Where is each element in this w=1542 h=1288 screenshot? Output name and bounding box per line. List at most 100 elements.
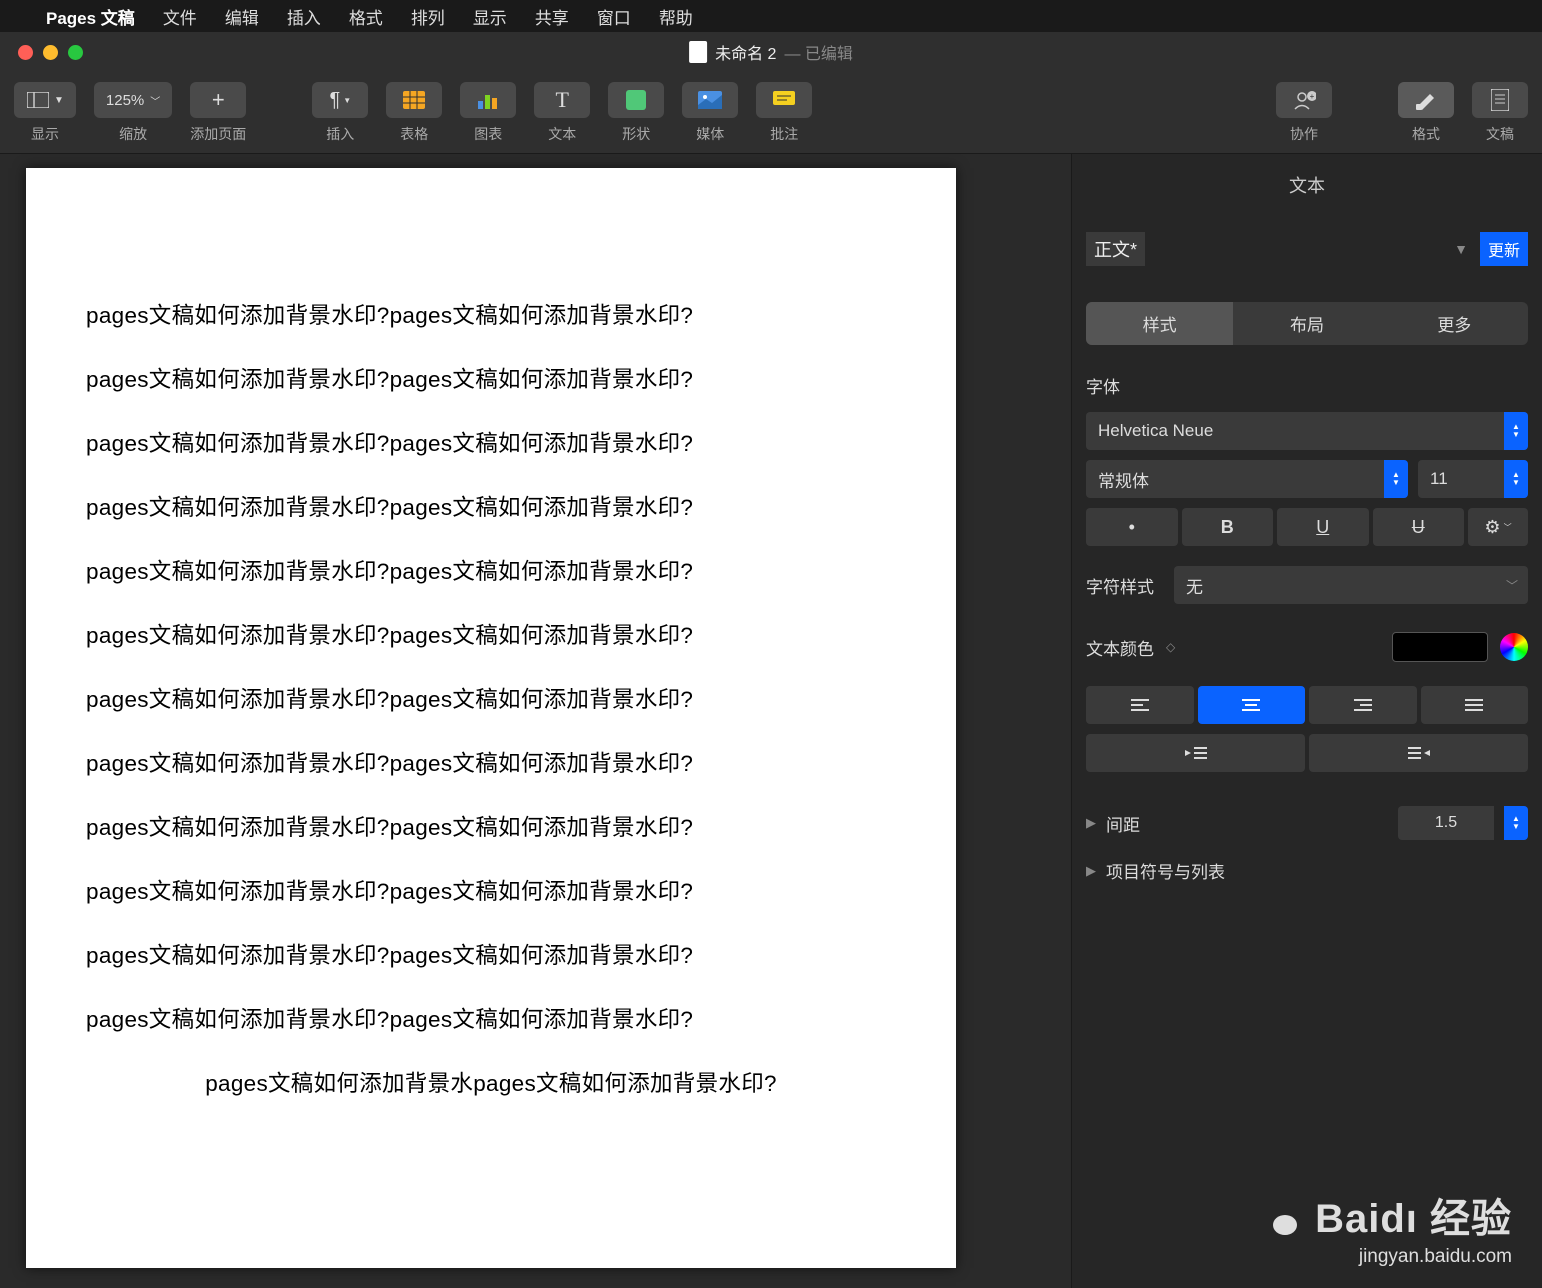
- bold-button[interactable]: B: [1182, 508, 1274, 546]
- text-line[interactable]: pages文稿如何添加背景水印?pages文稿如何添加背景水印?: [86, 618, 896, 650]
- text-line[interactable]: pages文稿如何添加背景水pages文稿如何添加背景水印?: [86, 1066, 896, 1098]
- menu-share[interactable]: 共享: [535, 4, 569, 29]
- indent-row: [1072, 734, 1542, 772]
- chevron-down-icon: ▼: [54, 95, 64, 106]
- font-options-button[interactable]: ⚙﹀: [1468, 508, 1528, 546]
- spacing-stepper[interactable]: ▲▼: [1504, 806, 1528, 840]
- menubar: Pages 文稿 文件 编辑 插入 格式 排列 显示 共享 窗口 帮助: [0, 0, 1542, 32]
- align-right-button[interactable]: [1309, 686, 1417, 724]
- disclosure-triangle-icon[interactable]: ▶: [1086, 863, 1096, 879]
- menu-arrange[interactable]: 排列: [411, 4, 445, 29]
- update-style-button[interactable]: 更新: [1480, 232, 1528, 266]
- stepper-icon[interactable]: ◇: [1166, 640, 1175, 654]
- shape-button[interactable]: [608, 82, 664, 118]
- tab-layout[interactable]: 布局: [1233, 302, 1380, 345]
- text-color-well[interactable]: [1392, 632, 1488, 662]
- bold-button[interactable]: •: [1086, 508, 1178, 546]
- document-canvas[interactable]: pages文稿如何添加背景水印?pages文稿如何添加背景水印? pages文稿…: [0, 154, 1071, 1288]
- insert-button[interactable]: ¶▼: [312, 82, 368, 118]
- text-button[interactable]: T: [534, 82, 590, 118]
- document-label: 文稿: [1486, 124, 1514, 144]
- text-line[interactable]: pages文稿如何添加背景水印?pages文稿如何添加背景水印?: [86, 810, 896, 842]
- zoom-dropdown[interactable]: 125% ﹀: [94, 82, 172, 118]
- comment-button[interactable]: [756, 82, 812, 118]
- text-line[interactable]: pages文稿如何添加背景水印?pages文稿如何添加背景水印?: [86, 426, 896, 458]
- chevron-down-icon: ▼: [343, 96, 351, 105]
- text-line[interactable]: pages文稿如何添加背景水印?pages文稿如何添加背景水印?: [86, 1002, 896, 1034]
- shape-label: 形状: [622, 124, 650, 144]
- format-button[interactable]: [1398, 82, 1454, 118]
- text-line[interactable]: pages文稿如何添加背景水印?pages文稿如何添加背景水印?: [86, 746, 896, 778]
- document-icon: [1488, 88, 1512, 112]
- outdent-icon: [1185, 746, 1207, 760]
- align-left-icon: [1131, 698, 1149, 712]
- close-window-button[interactable]: [18, 45, 33, 60]
- text-line[interactable]: pages文稿如何添加背景水印?pages文稿如何添加背景水印?: [86, 554, 896, 586]
- media-label: 媒体: [696, 124, 724, 144]
- align-left-button[interactable]: [1086, 686, 1194, 724]
- text-line[interactable]: pages文稿如何添加背景水印?pages文稿如何添加背景水印?: [86, 490, 896, 522]
- stepper-arrows-icon: ▲▼: [1504, 460, 1528, 498]
- text-line[interactable]: pages文稿如何添加背景水印?pages文稿如何添加背景水印?: [86, 298, 896, 330]
- spacing-value-field[interactable]: 1.5: [1398, 806, 1494, 840]
- svg-text:+: +: [1310, 92, 1315, 101]
- color-picker-button[interactable]: [1500, 633, 1528, 661]
- chevron-down-icon: ﹀: [1506, 577, 1518, 594]
- inspector-tabs: 样式 布局 更多: [1086, 302, 1528, 345]
- collaborate-button[interactable]: +: [1276, 82, 1332, 118]
- font-section: 字体 Helvetica Neue ▲▼ 常规体 ▲▼ 11 ▲▼ • B U …: [1072, 373, 1542, 546]
- underline-button[interactable]: U: [1277, 508, 1369, 546]
- strikethrough-button[interactable]: U: [1373, 508, 1465, 546]
- menu-edit[interactable]: 编辑: [225, 4, 259, 29]
- view-button[interactable]: ▼: [14, 82, 76, 118]
- align-center-button[interactable]: [1198, 686, 1306, 724]
- chart-icon: [476, 88, 500, 112]
- menu-view[interactable]: 显示: [473, 4, 507, 29]
- tab-more[interactable]: 更多: [1381, 302, 1528, 345]
- menu-help[interactable]: 帮助: [659, 4, 693, 29]
- alignment-row: [1072, 686, 1542, 724]
- tab-style[interactable]: 样式: [1086, 302, 1233, 345]
- document-page[interactable]: pages文稿如何添加背景水印?pages文稿如何添加背景水印? pages文稿…: [26, 168, 956, 1268]
- add-page-button[interactable]: +: [190, 82, 246, 118]
- app-menu[interactable]: Pages 文稿: [46, 4, 135, 29]
- media-button[interactable]: [682, 82, 738, 118]
- paragraph-style-row[interactable]: 正文* ▼ 更新: [1072, 232, 1542, 284]
- decrease-indent-button[interactable]: [1086, 734, 1305, 772]
- font-size-field[interactable]: 11 ▲▼: [1418, 460, 1528, 498]
- chevron-down-icon: ﹀: [150, 93, 160, 108]
- zoom-value: 125%: [106, 92, 144, 109]
- disclosure-triangle-icon[interactable]: ▶: [1086, 815, 1096, 831]
- text-line[interactable]: pages文稿如何添加背景水印?pages文稿如何添加背景水印?: [86, 682, 896, 714]
- table-button[interactable]: [386, 82, 442, 118]
- view-label: 显示: [31, 124, 59, 144]
- bullets-row[interactable]: ▶ 项目符号与列表: [1072, 840, 1542, 883]
- font-weight-select[interactable]: 常规体 ▲▼: [1086, 460, 1408, 498]
- text-line[interactable]: pages文稿如何添加背景水印?pages文稿如何添加背景水印?: [86, 938, 896, 970]
- text-line[interactable]: pages文稿如何添加背景水印?pages文稿如何添加背景水印?: [86, 362, 896, 394]
- fullscreen-window-button[interactable]: [68, 45, 83, 60]
- font-family-select[interactable]: Helvetica Neue ▲▼: [1086, 412, 1528, 450]
- menu-insert[interactable]: 插入: [287, 4, 321, 29]
- menu-format[interactable]: 格式: [349, 4, 383, 29]
- document-name[interactable]: 未命名 2: [715, 40, 776, 64]
- window-controls: [0, 45, 83, 60]
- text-color-label: 文本颜色: [1086, 635, 1154, 660]
- align-justify-button[interactable]: [1421, 686, 1529, 724]
- indent-icon: [1408, 746, 1430, 760]
- text-line[interactable]: pages文稿如何添加背景水印?pages文稿如何添加背景水印?: [86, 874, 896, 906]
- minimize-window-button[interactable]: [43, 45, 58, 60]
- chart-button[interactable]: [460, 82, 516, 118]
- character-style-label: 字符样式: [1086, 573, 1154, 598]
- increase-indent-button[interactable]: [1309, 734, 1528, 772]
- document-icon: [689, 41, 707, 63]
- spacing-row[interactable]: ▶ 间距 1.5 ▲▼: [1072, 792, 1542, 840]
- document-button[interactable]: [1472, 82, 1528, 118]
- document-status: — 已编辑: [784, 40, 852, 64]
- menu-file[interactable]: 文件: [163, 4, 197, 29]
- character-style-select[interactable]: 无 ﹀: [1174, 566, 1528, 604]
- text-icon: T: [556, 87, 569, 113]
- bullets-label: 项目符号与列表: [1106, 858, 1225, 883]
- shape-icon: [624, 88, 648, 112]
- menu-window[interactable]: 窗口: [597, 4, 631, 29]
